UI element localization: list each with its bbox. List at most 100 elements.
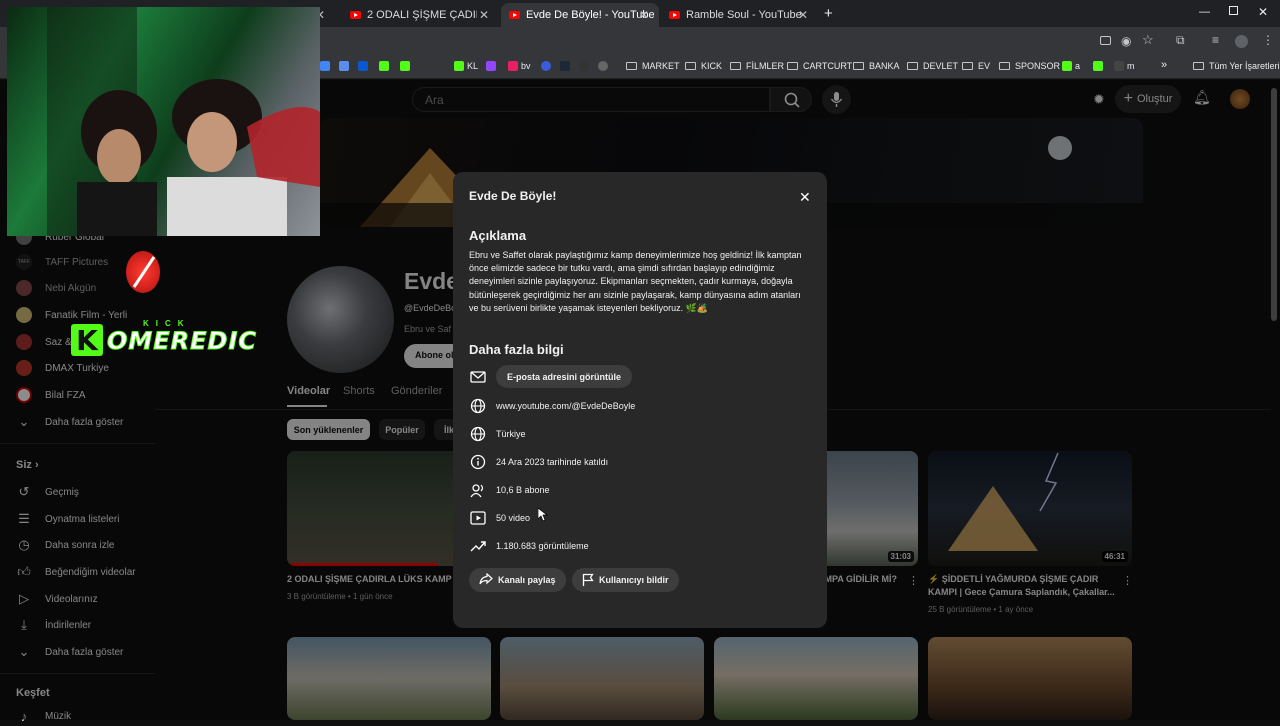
close-icon[interactable]: ✕ (799, 189, 811, 206)
more-info-heading: Daha fazla bilgi (469, 342, 564, 357)
folder-icon (626, 62, 637, 70)
mouse-cursor (537, 507, 549, 527)
streamer-name: OMEREDIC (106, 327, 258, 356)
bookmark-label: KL (467, 61, 479, 71)
folder-icon (1193, 62, 1204, 70)
bookmark-label: m (1127, 61, 1135, 71)
view-count: 1.180.683 görüntüleme (496, 541, 589, 551)
install-icon[interactable] (1100, 36, 1111, 45)
subscriber-count: 10,6 B abone (496, 485, 550, 495)
tab-label: 2 ODALI ŞİŞME ÇADIRLA LÜKS (367, 9, 477, 21)
bookmark-label: BANKA (869, 61, 900, 71)
channel-description: Ebru ve Saffet olarak paylaştığımız kamp… (469, 250, 802, 313)
globe-icon (469, 425, 487, 443)
extensions-icon[interactable]: ⧉ (1176, 33, 1185, 48)
streamer-webcam (7, 7, 320, 236)
bookmark-label: a (1075, 61, 1081, 71)
youtube-favicon-icon (509, 11, 520, 19)
report-user-button[interactable]: Kullanıcıyı bildir (572, 568, 679, 592)
share-icon (479, 572, 493, 587)
tab-partial[interactable]: ✕ (315, 3, 335, 27)
maximize-icon[interactable] (1229, 6, 1238, 15)
views-row: 1.180.683 görüntüleme (469, 536, 589, 556)
webcam-image (47, 7, 320, 236)
button-label: Kanalı paylaş (498, 575, 556, 585)
minimize-icon[interactable]: — (1199, 6, 1210, 18)
email-row (469, 367, 496, 387)
bookmark-label: FİLMLER (746, 61, 785, 71)
bookmark-a[interactable]: a (1062, 61, 1080, 71)
country-text: Türkiye (496, 429, 526, 439)
bookmark-folder-sponsor[interactable]: SPONSOR (999, 61, 1060, 71)
bookmark-folder-cartcurt[interactable]: CARTCURT (787, 61, 852, 71)
bookmark-kl[interactable]: KL (454, 61, 478, 71)
about-heading: Açıklama (469, 228, 527, 243)
youtube-favicon-icon (669, 11, 680, 19)
media-icon[interactable]: ≡ (1212, 33, 1219, 47)
kick-letter: K (71, 324, 103, 357)
bookmark-bv[interactable]: bv (508, 61, 531, 71)
bookmark-label: EV (978, 61, 991, 71)
bookmark-folder-filmler[interactable]: FİLMLER (730, 61, 784, 71)
bookmark-label: DEVLET (923, 61, 959, 71)
trending-icon (469, 537, 487, 555)
flag-icon (582, 573, 594, 588)
globe-icon (469, 397, 487, 415)
bookmark-green[interactable] (1093, 61, 1106, 71)
button-label: Kullanıcıyı bildir (599, 575, 669, 585)
feather-logo-icon (126, 251, 160, 293)
joined-row: 24 Ara 2023 tarihinde katıldı (469, 452, 608, 472)
folder-icon (730, 62, 741, 70)
close-icon[interactable]: ✕ (479, 8, 489, 22)
bookmark-folder-banka[interactable]: BANKA (853, 61, 900, 71)
person-broadcast-icon (469, 481, 487, 499)
channel-url-link[interactable]: www.youtube.com/@EvdeDeBoyle (496, 401, 635, 411)
video-play-icon (469, 509, 487, 527)
subscribers-row: 10,6 B abone (469, 480, 550, 500)
channel-about-dialog: Evde De Böyle! ✕ Açıklama Ebru ve Saffet… (453, 172, 827, 628)
bookmark-label: Tüm Yer İşaretleri (1209, 61, 1280, 71)
dialog-title: Evde De Böyle! (469, 189, 557, 203)
folder-icon (685, 62, 696, 70)
close-window-icon[interactable]: ✕ (1258, 5, 1268, 19)
folder-icon (907, 62, 918, 70)
more-bookmarks-icon[interactable]: » (1161, 59, 1167, 71)
country-row: Türkiye (469, 424, 526, 444)
bookmark-twitch[interactable] (486, 61, 499, 71)
bookmark-m[interactable]: m (1114, 61, 1135, 71)
star-icon[interactable]: ☆ (1142, 32, 1154, 48)
eye-off-icon[interactable]: ◉ (1121, 34, 1131, 48)
folder-icon (962, 62, 973, 70)
bookmark-label: CARTCURT (803, 61, 853, 71)
kick-streamer-logo: K KICK OMEREDIC (71, 319, 257, 357)
tab-label: Ramble Soul - YouTube (686, 9, 802, 21)
tab-evde-de-boyle[interactable]: Evde De Böyle! - YouTube ✕ (501, 3, 659, 27)
close-icon[interactable]: ✕ (798, 8, 808, 22)
videos-row: 50 video (469, 508, 530, 528)
share-channel-button[interactable]: Kanalı paylaş (469, 568, 566, 592)
bookmark-label: bv (521, 61, 531, 71)
tab-ramble-soul[interactable]: Ramble Soul - YouTube ✕ (661, 3, 818, 27)
new-tab-button[interactable]: + (824, 5, 833, 22)
bookmark-label: SPONSOR (1015, 61, 1061, 71)
youtube-favicon-icon (350, 11, 361, 19)
view-email-button[interactable]: E-posta adresini görüntüle (496, 365, 633, 388)
bookmark-folder-ev[interactable]: EV (962, 61, 990, 71)
folder-icon (853, 62, 864, 70)
bookmark-folder-kick[interactable]: KICK (685, 61, 722, 71)
bookmark-folder-market[interactable]: MARKET (626, 61, 680, 71)
video-count: 50 video (496, 513, 531, 523)
menu-icon[interactable]: ⋮ (1262, 33, 1274, 47)
info-icon (469, 453, 487, 471)
bookmark-folder-all[interactable]: Tüm Yer İşaretleri (1193, 61, 1280, 71)
bookmark-folder-devlet[interactable]: DEVLET (907, 61, 958, 71)
close-icon[interactable]: ✕ (639, 8, 649, 22)
bookmark-icons-group[interactable] (320, 61, 413, 71)
folder-icon (787, 62, 798, 70)
joined-text: 24 Ara 2023 tarihinde katıldı (496, 457, 609, 467)
bookmark-icons-group-2[interactable] (541, 61, 611, 71)
tab-2-odali[interactable]: 2 ODALI ŞİŞME ÇADIRLA LÜKS ✕ (342, 3, 499, 27)
bookmark-label: MARKET (642, 61, 680, 71)
url-row: www.youtube.com/@EvdeDeBoyle (469, 396, 635, 416)
profile-icon[interactable] (1235, 35, 1248, 48)
